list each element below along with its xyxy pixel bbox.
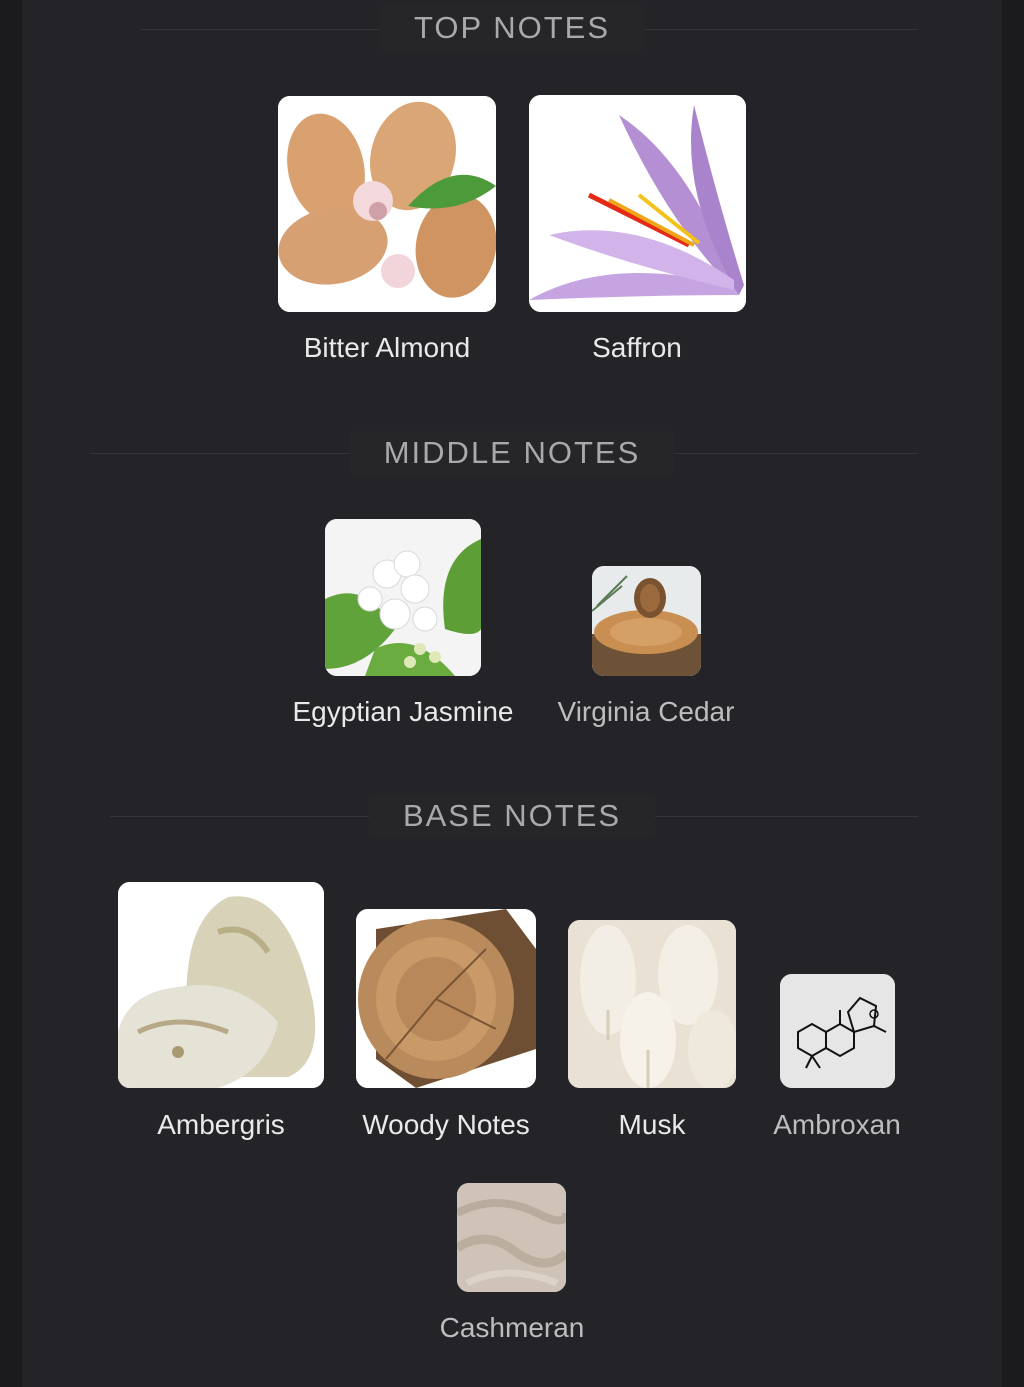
note-label-ambroxan: Ambroxan xyxy=(773,1109,901,1140)
section-title-middle-notes: MIDDLE NOTES xyxy=(0,431,1024,475)
note-label-musk: Musk xyxy=(618,1109,686,1140)
note-label-bitter-almond: Bitter Almond xyxy=(303,332,471,363)
note-label-woody-notes: Woody Notes xyxy=(362,1109,530,1140)
note-label-saffron: Saffron xyxy=(592,332,682,363)
cedar-wood-image[interactable] xyxy=(592,566,701,676)
note-label-cashmeran: Cashmeran xyxy=(439,1312,585,1343)
wood-log-image[interactable] xyxy=(356,909,536,1088)
note-label-egyptian-jasmine: Egyptian Jasmine xyxy=(292,696,514,727)
section-title-base-notes: BASE NOTES xyxy=(0,794,1024,838)
ambroxan-molecule-image[interactable] xyxy=(780,974,895,1088)
notes-panel xyxy=(22,0,1002,1387)
almond-image[interactable] xyxy=(278,96,496,312)
section-title-top-notes: TOP NOTES xyxy=(0,6,1024,50)
musk-fluff-image[interactable] xyxy=(568,920,736,1088)
note-label-virginia-cedar: Virginia Cedar xyxy=(557,696,735,727)
note-label-ambergris: Ambergris xyxy=(157,1109,285,1140)
saffron-flower-image[interactable] xyxy=(529,95,746,312)
cashmere-fabric-image[interactable] xyxy=(457,1183,566,1292)
ambergris-stone-image[interactable] xyxy=(118,882,324,1088)
jasmine-flower-image[interactable] xyxy=(325,519,481,676)
